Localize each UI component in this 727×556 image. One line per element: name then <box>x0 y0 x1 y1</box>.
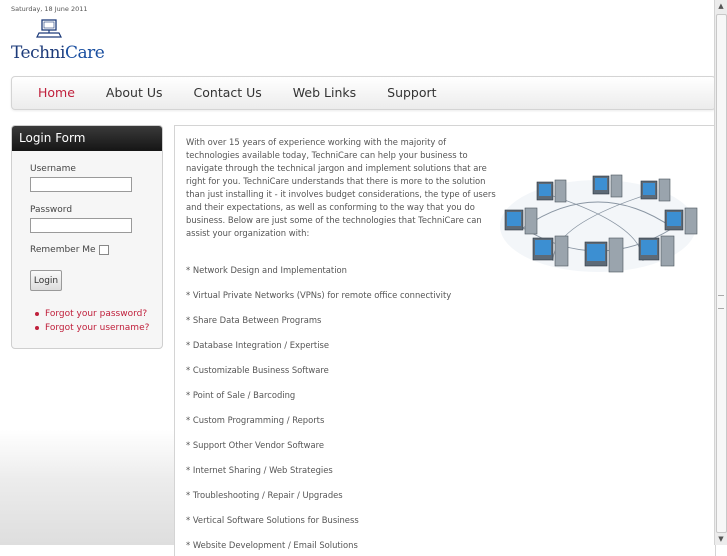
main-content: With over 15 years of experience working… <box>174 125 716 556</box>
computer-logo-icon <box>36 19 62 38</box>
username-label: Username <box>30 164 76 174</box>
list-item: * Vertical Software Solutions for Busine… <box>186 515 359 525</box>
remember-me-label: Remember Me <box>30 245 96 255</box>
scroll-down-icon[interactable]: ▼ <box>715 533 727 545</box>
scrollbar-grip-icon <box>718 295 724 309</box>
list-item: * Virtual Private Networks (VPNs) for re… <box>186 290 452 300</box>
forgot-username-link[interactable]: Forgot your username? <box>35 321 149 335</box>
remember-me-checkbox[interactable] <box>98 245 109 255</box>
remember-me-row: Remember Me <box>30 245 109 255</box>
list-item: * Point of Sale / Barcoding <box>186 390 296 400</box>
intro-paragraph: With over 15 years of experience working… <box>186 137 496 238</box>
main-navigation: Home About Us Contact Us Web Links Suppo… <box>11 76 716 110</box>
list-item: * Share Data Between Programs <box>186 315 322 325</box>
vertical-scrollbar[interactable]: ▲ ▼ <box>714 0 727 545</box>
username-input[interactable] <box>30 177 132 192</box>
list-item: * Internet Sharing / Web Strategies <box>186 465 333 475</box>
password-label: Password <box>30 205 73 215</box>
nav-support[interactable]: Support <box>387 77 436 109</box>
scrollbar-thumb[interactable] <box>716 14 727 533</box>
list-item: * Website Development / Email Solutions <box>186 540 358 550</box>
networked-computers-image <box>500 174 698 273</box>
list-item: * Support Other Vendor Software <box>186 440 325 450</box>
forgot-password-link[interactable]: Forgot your password? <box>35 307 149 321</box>
nav-web-links[interactable]: Web Links <box>293 77 356 109</box>
list-item: * Network Design and Implementation <box>186 265 347 275</box>
logo-text: TechniCare <box>11 43 105 63</box>
services-list: * Network Design and Implementation * Vi… <box>186 263 451 556</box>
nav-contact-us[interactable]: Contact Us <box>194 77 262 109</box>
nav-home[interactable]: Home <box>38 77 75 109</box>
login-button[interactable]: Login <box>30 270 62 291</box>
scroll-up-icon[interactable]: ▲ <box>715 0 727 12</box>
list-item: * Database Integration / Expertise <box>186 340 330 350</box>
password-input[interactable] <box>30 218 132 233</box>
current-date: Saturday, 18 June 2011 <box>11 5 88 13</box>
list-item: * Customizable Business Software <box>186 365 329 375</box>
techni-care-logo[interactable]: TechniCare <box>11 18 105 66</box>
nav-about-us[interactable]: About Us <box>106 77 163 109</box>
forgot-links: Forgot your password? Forgot your userna… <box>35 307 149 335</box>
login-form-title: Login Form <box>12 126 162 151</box>
login-form-panel: Login Form Username Password Remember Me… <box>11 125 163 349</box>
list-item: * Troubleshooting / Repair / Upgrades <box>186 490 343 500</box>
list-item: * Custom Programming / Reports <box>186 415 325 425</box>
